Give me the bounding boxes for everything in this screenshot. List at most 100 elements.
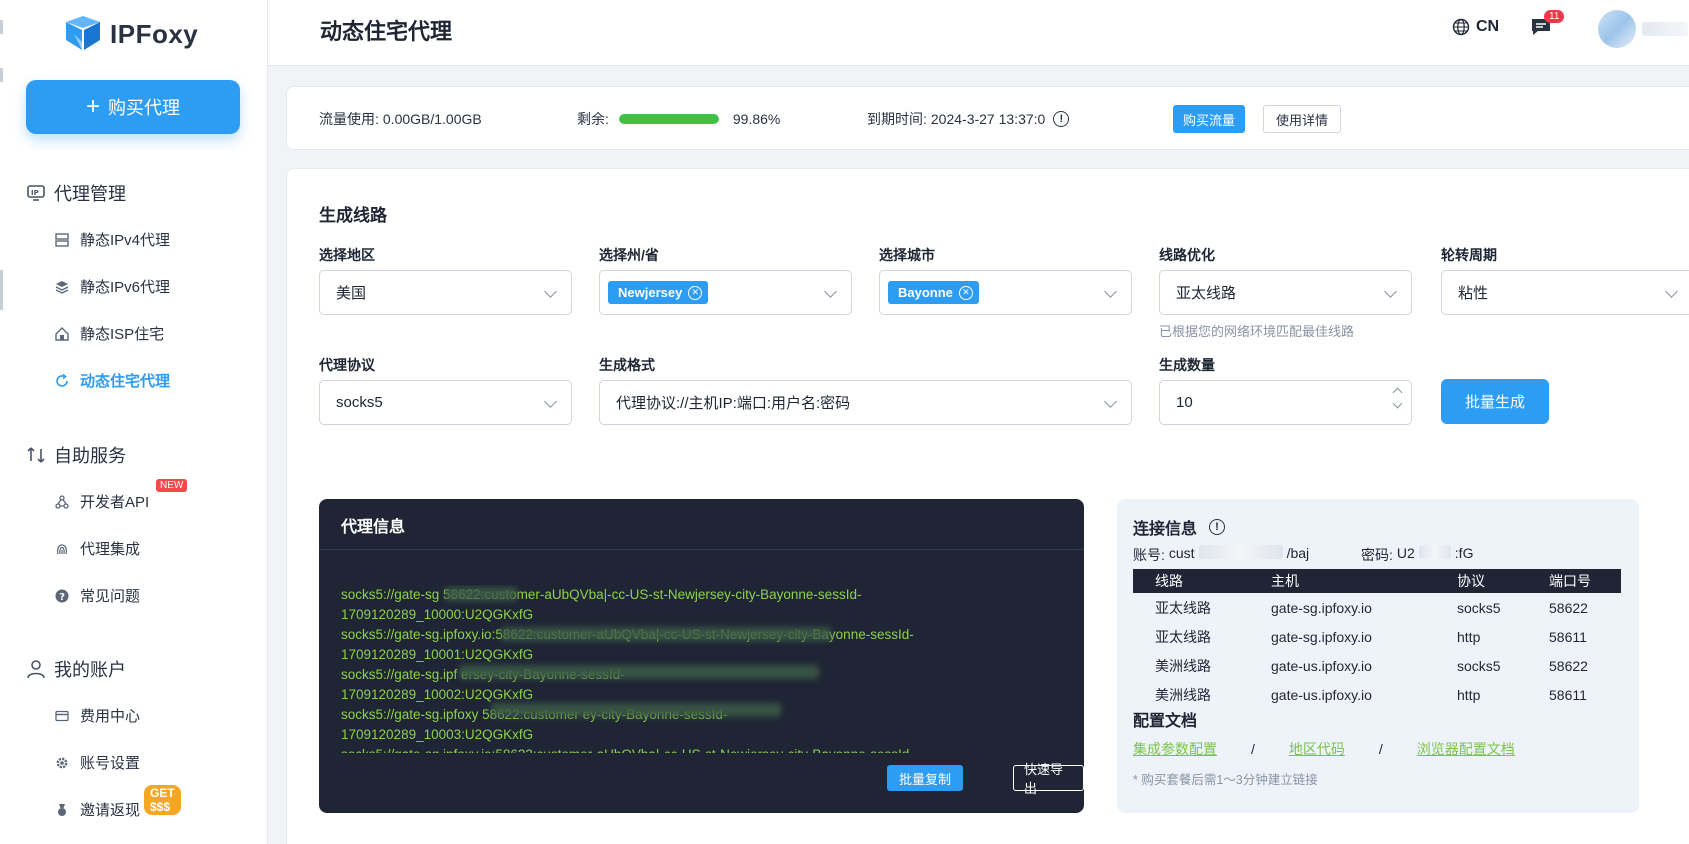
- city-select[interactable]: Bayonne ✕: [879, 270, 1132, 315]
- expiry-label: 到期时间:: [867, 111, 927, 127]
- sidebar-item-label: 动态住宅代理: [80, 373, 171, 390]
- nav-group-proxy-management: IP 代理管理: [26, 180, 126, 206]
- proxy-lines[interactable]: socks5://gate-sg 58622:customer-aUbQVba|…: [341, 585, 991, 753]
- chevron-down-icon: [1665, 285, 1678, 298]
- table-cell[interactable]: gate-us.ipfoxy.io: [1249, 651, 1435, 680]
- buy-traffic-button[interactable]: 购买流量: [1173, 105, 1246, 133]
- doc-link-integration-params[interactable]: 集成参数配置: [1133, 739, 1217, 759]
- stepper-up-icon[interactable]: [1392, 387, 1403, 398]
- sidebar-item-referral[interactable]: 邀请返现 GET $$$: [54, 785, 181, 820]
- region-label: 选择地区: [319, 247, 375, 263]
- format-value: 代理协议://主机IP:端口:用户名:密码: [616, 395, 851, 412]
- table-cell[interactable]: gate-us.ipfoxy.io: [1249, 680, 1435, 709]
- info-icon[interactable]: !: [1209, 519, 1226, 535]
- sidebar-item-label: 开发者API: [80, 494, 150, 511]
- remove-tag-icon[interactable]: ✕: [958, 285, 973, 300]
- password-suffix: :fG: [1454, 545, 1474, 561]
- nav-group-self-service: 自助服务: [26, 442, 126, 468]
- rotation-value: 粘性: [1458, 285, 1489, 302]
- question-icon: ?: [54, 588, 70, 604]
- sidebar-item-static-isp[interactable]: 静态ISP住宅: [54, 323, 164, 344]
- table-cell: 亚太线路: [1155, 599, 1211, 616]
- buy-proxy-button[interactable]: + 购买代理: [26, 80, 240, 134]
- redaction-blur: [491, 703, 781, 717]
- state-select[interactable]: Newjersey ✕: [599, 270, 852, 315]
- stepper-down-icon[interactable]: [1392, 398, 1403, 409]
- table-cell: http: [1457, 686, 1481, 703]
- doc-link-browser-config[interactable]: 浏览器配置文档: [1417, 739, 1515, 759]
- traffic-usage: 流量使用: 0.00GB/1.00GB: [319, 109, 482, 129]
- sidebar-item-faq[interactable]: ? 常见问题: [54, 585, 140, 606]
- quantity-stepper[interactable]: [1392, 387, 1403, 409]
- state-tag: Newjersey ✕: [608, 281, 709, 304]
- chevron-down-icon: [544, 395, 557, 408]
- doc-link-region-codes[interactable]: 地区代码: [1289, 739, 1345, 759]
- city-tag-label: Bayonne: [898, 285, 953, 300]
- nav-group-my-account: 我的账户: [26, 656, 126, 682]
- sidebar-item-static-ipv6[interactable]: 静态IPv6代理: [54, 276, 170, 297]
- sidebar-item-label: 常见问题: [80, 588, 141, 605]
- table-cell: socks5: [1457, 657, 1501, 674]
- route-hint: 已根据您的网络环境匹配最佳线路: [1159, 324, 1355, 339]
- info-icon[interactable]: !: [1053, 111, 1070, 127]
- swap-icon: [27, 447, 45, 463]
- section-title: 生成线路: [319, 206, 387, 225]
- nav-group-label: 我的账户: [54, 660, 126, 680]
- config-doc-links: 集成参数配置 / 地区代码 / 浏览器配置文档: [1133, 739, 1515, 759]
- logo[interactable]: IPFoxy: [62, 16, 198, 52]
- layers-icon: [54, 279, 70, 295]
- proxy-line: socks5://gate-sg 58622:customer-aUbQVba|…: [341, 587, 862, 602]
- connection-table: 线路 主机 协议 端口号 亚太线路 gate-sg.ipfoxy.io sock…: [1133, 569, 1621, 709]
- connection-note: * 购买套餐后需1～3分钟建立链接: [1133, 773, 1318, 787]
- batch-copy-button[interactable]: 批量复制: [887, 765, 964, 791]
- protocol-label: 代理协议: [319, 357, 375, 373]
- sidebar-item-developer-api[interactable]: 开发者API NEW: [54, 479, 188, 512]
- messages-button[interactable]: 11: [1530, 10, 1565, 43]
- plus-icon: +: [85, 93, 100, 120]
- table-row: 亚太线路 gate-sg.ipfoxy.io http 58611: [1133, 622, 1621, 651]
- table-cell: 亚太线路: [1155, 628, 1211, 645]
- password-masked: [1418, 545, 1451, 559]
- connection-title-label: 连接信息: [1133, 521, 1198, 538]
- webhook-icon: [54, 494, 70, 510]
- avatar[interactable]: [1598, 10, 1636, 48]
- protocol-value: socks5: [336, 394, 383, 411]
- nav-group-label: 自助服务: [54, 446, 126, 466]
- table-cell: 58611: [1549, 628, 1587, 645]
- usage-details-button[interactable]: 使用详情: [1263, 105, 1342, 133]
- quick-export-button[interactable]: 快速导出: [1013, 762, 1084, 796]
- sidebar-item-static-ipv4[interactable]: 静态IPv4代理: [54, 229, 170, 250]
- language-switcher[interactable]: CN: [1452, 18, 1499, 36]
- edge-mark: [0, 68, 3, 82]
- account-label: 账号:: [1133, 547, 1165, 563]
- refresh-icon: [54, 373, 70, 389]
- rotation-select[interactable]: 粘性: [1441, 270, 1689, 315]
- server-icon: [54, 232, 70, 248]
- table-cell[interactable]: gate-sg.ipfoxy.io: [1249, 622, 1435, 651]
- sidebar-item-billing[interactable]: 费用中心: [54, 705, 140, 726]
- format-select[interactable]: 代理协议://主机IP:端口:用户名:密码: [599, 380, 1132, 425]
- nav-group-label: 代理管理: [54, 184, 126, 204]
- protocol-select[interactable]: socks5: [319, 380, 572, 425]
- count-input[interactable]: 10: [1159, 380, 1412, 425]
- sidebar-item-dynamic-residential[interactable]: 动态住宅代理: [54, 370, 170, 391]
- sidebar-item-account-settings[interactable]: 账号设置: [54, 752, 140, 773]
- user-name-blurred: [1642, 22, 1688, 36]
- password-prefix: U2: [1396, 545, 1415, 561]
- route-select[interactable]: 亚太线路: [1159, 270, 1412, 315]
- proxy-info-panel: 代理信息 socks5://gate-sg 58622:customer-aUb…: [319, 499, 1084, 813]
- region-select[interactable]: 美国: [319, 270, 572, 315]
- chevron-down-icon: [1104, 285, 1117, 298]
- state-label: 选择州/省: [599, 247, 659, 263]
- table-cell: socks5: [1457, 599, 1501, 616]
- table-cell[interactable]: gate-sg.ipfoxy.io: [1249, 593, 1435, 622]
- proxy-info-title: 代理信息: [341, 519, 406, 536]
- state-tag-label: Newjersey: [618, 285, 683, 300]
- batch-generate-button[interactable]: 批量生成: [1441, 379, 1549, 424]
- link-separator: /: [1251, 741, 1255, 757]
- table-cell: 美洲线路: [1155, 657, 1211, 674]
- remove-tag-icon[interactable]: ✕: [688, 285, 703, 300]
- connection-info-panel: 连接信息 ! 账号: cust /baj 密码: U2 :fG 线路 主机 协议…: [1117, 499, 1639, 813]
- user-icon: [27, 660, 45, 679]
- sidebar-item-proxy-integration[interactable]: 代理集成: [54, 538, 140, 559]
